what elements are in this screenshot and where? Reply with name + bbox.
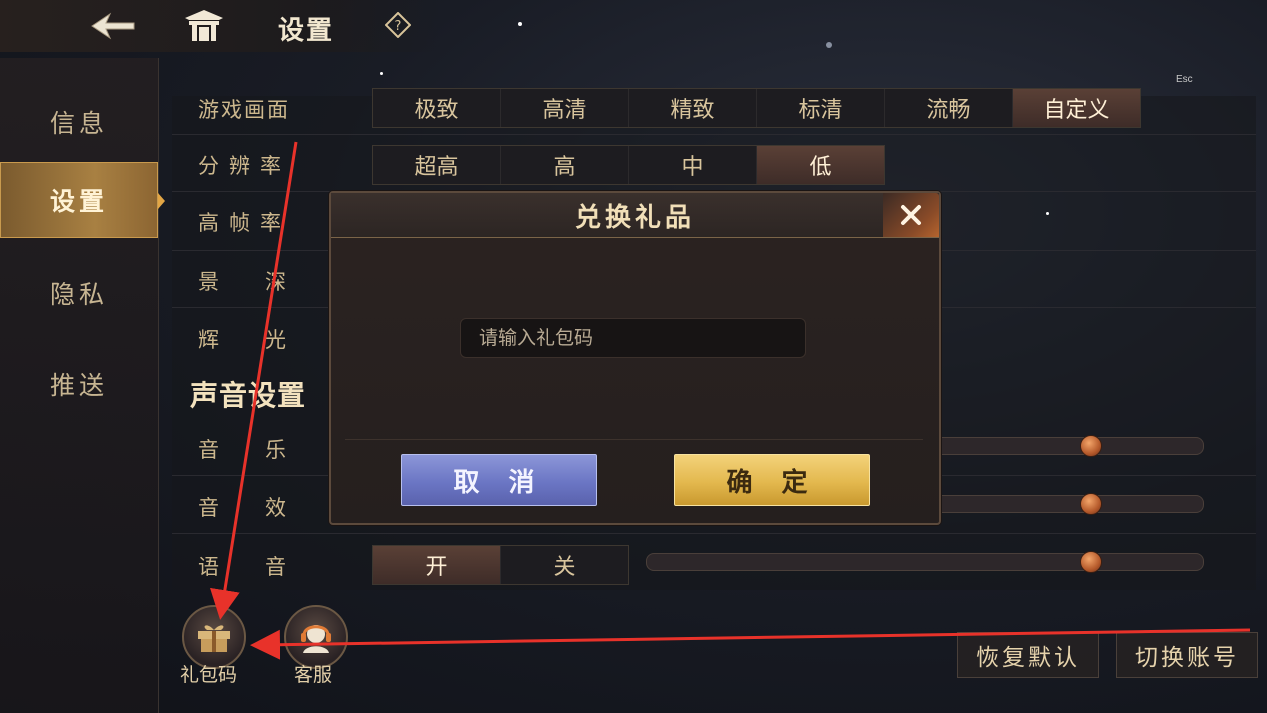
music-label: 音乐 bbox=[198, 438, 332, 462]
graphics-option[interactable]: 精致 bbox=[629, 89, 757, 127]
restore-default-button[interactable]: 恢复默认 bbox=[957, 632, 1099, 678]
resolution-option-selected[interactable]: 低 bbox=[757, 146, 884, 184]
redeem-gift-dialog: 兑换礼品 取 消 确 定 bbox=[329, 191, 941, 525]
resolution-options: 超高 高 中 低 bbox=[372, 145, 885, 185]
close-x-icon bbox=[901, 205, 921, 225]
annotation-arrow bbox=[250, 628, 1251, 660]
cancel-button[interactable]: 取 消 bbox=[401, 454, 597, 506]
resolution-option[interactable]: 超高 bbox=[373, 146, 501, 184]
sfx-slider-handle[interactable] bbox=[1080, 493, 1102, 515]
voice-slider[interactable] bbox=[646, 553, 1204, 571]
switch-account-button[interactable]: 切换账号 bbox=[1116, 632, 1258, 678]
resolution-option[interactable]: 高 bbox=[501, 146, 629, 184]
gift-box-icon bbox=[198, 625, 230, 652]
resolution-label: 分辨率 bbox=[198, 154, 291, 178]
row-divider bbox=[172, 134, 1256, 135]
sfx-label: 音效 bbox=[198, 496, 332, 520]
customer-service-label: 客服 bbox=[294, 664, 333, 686]
voice-options: 开 关 bbox=[372, 545, 629, 585]
graphics-label: 游戏画面 bbox=[198, 98, 290, 122]
dialog-divider bbox=[345, 439, 923, 440]
voice-option-off[interactable]: 关 bbox=[501, 546, 628, 584]
active-indicator bbox=[158, 193, 165, 209]
sound-section-title: 声音设置 bbox=[190, 379, 307, 412]
dialog-title: 兑换礼品 bbox=[331, 193, 939, 238]
voice-label: 语音 bbox=[198, 555, 332, 579]
glow-label: 辉光 bbox=[198, 328, 332, 352]
back-arrow-icon bbox=[91, 12, 135, 40]
gift-code-label: 礼包码 bbox=[180, 664, 238, 686]
dialog-close-button[interactable] bbox=[883, 193, 939, 237]
help-diamond-icon[interactable]: ? bbox=[384, 11, 412, 39]
graphics-option[interactable]: 高清 bbox=[501, 89, 629, 127]
sidebar-item-info[interactable]: 信息 bbox=[0, 84, 158, 160]
graphics-option[interactable]: 极致 bbox=[373, 89, 501, 127]
svg-text:?: ? bbox=[395, 19, 402, 34]
sparkle bbox=[380, 72, 383, 75]
graphics-option-selected[interactable]: 自定义 bbox=[1013, 89, 1140, 127]
row-divider bbox=[172, 533, 1256, 534]
sparkle bbox=[826, 42, 832, 48]
graphics-option[interactable]: 流畅 bbox=[885, 89, 1013, 127]
sidebar-item-settings[interactable]: 设置 bbox=[0, 162, 158, 238]
headset-service-icon bbox=[301, 625, 331, 653]
page-title: 设置 bbox=[278, 16, 335, 46]
high-fps-label: 高帧率 bbox=[198, 211, 291, 235]
graphics-option[interactable]: 标清 bbox=[757, 89, 885, 127]
voice-option-on[interactable]: 开 bbox=[373, 546, 501, 584]
depth-label: 景深 bbox=[198, 270, 332, 294]
voice-slider-handle[interactable] bbox=[1080, 551, 1102, 573]
pavilion-home-icon[interactable] bbox=[183, 8, 225, 44]
sidebar: 信息 设置 隐私 推送 bbox=[0, 58, 159, 713]
gift-code-input[interactable] bbox=[460, 318, 806, 358]
confirm-button[interactable]: 确 定 bbox=[674, 454, 870, 506]
sidebar-item-push[interactable]: 推送 bbox=[0, 346, 158, 422]
music-slider-handle[interactable] bbox=[1080, 435, 1102, 457]
sparkle bbox=[1046, 212, 1049, 215]
sidebar-item-privacy[interactable]: 隐私 bbox=[0, 255, 158, 331]
esc-hint: Esc bbox=[1176, 74, 1193, 85]
graphics-options: 极致 高清 精致 标清 流畅 自定义 bbox=[372, 88, 1141, 128]
sparkle bbox=[518, 22, 522, 26]
back-button[interactable] bbox=[88, 8, 138, 44]
resolution-option[interactable]: 中 bbox=[629, 146, 757, 184]
